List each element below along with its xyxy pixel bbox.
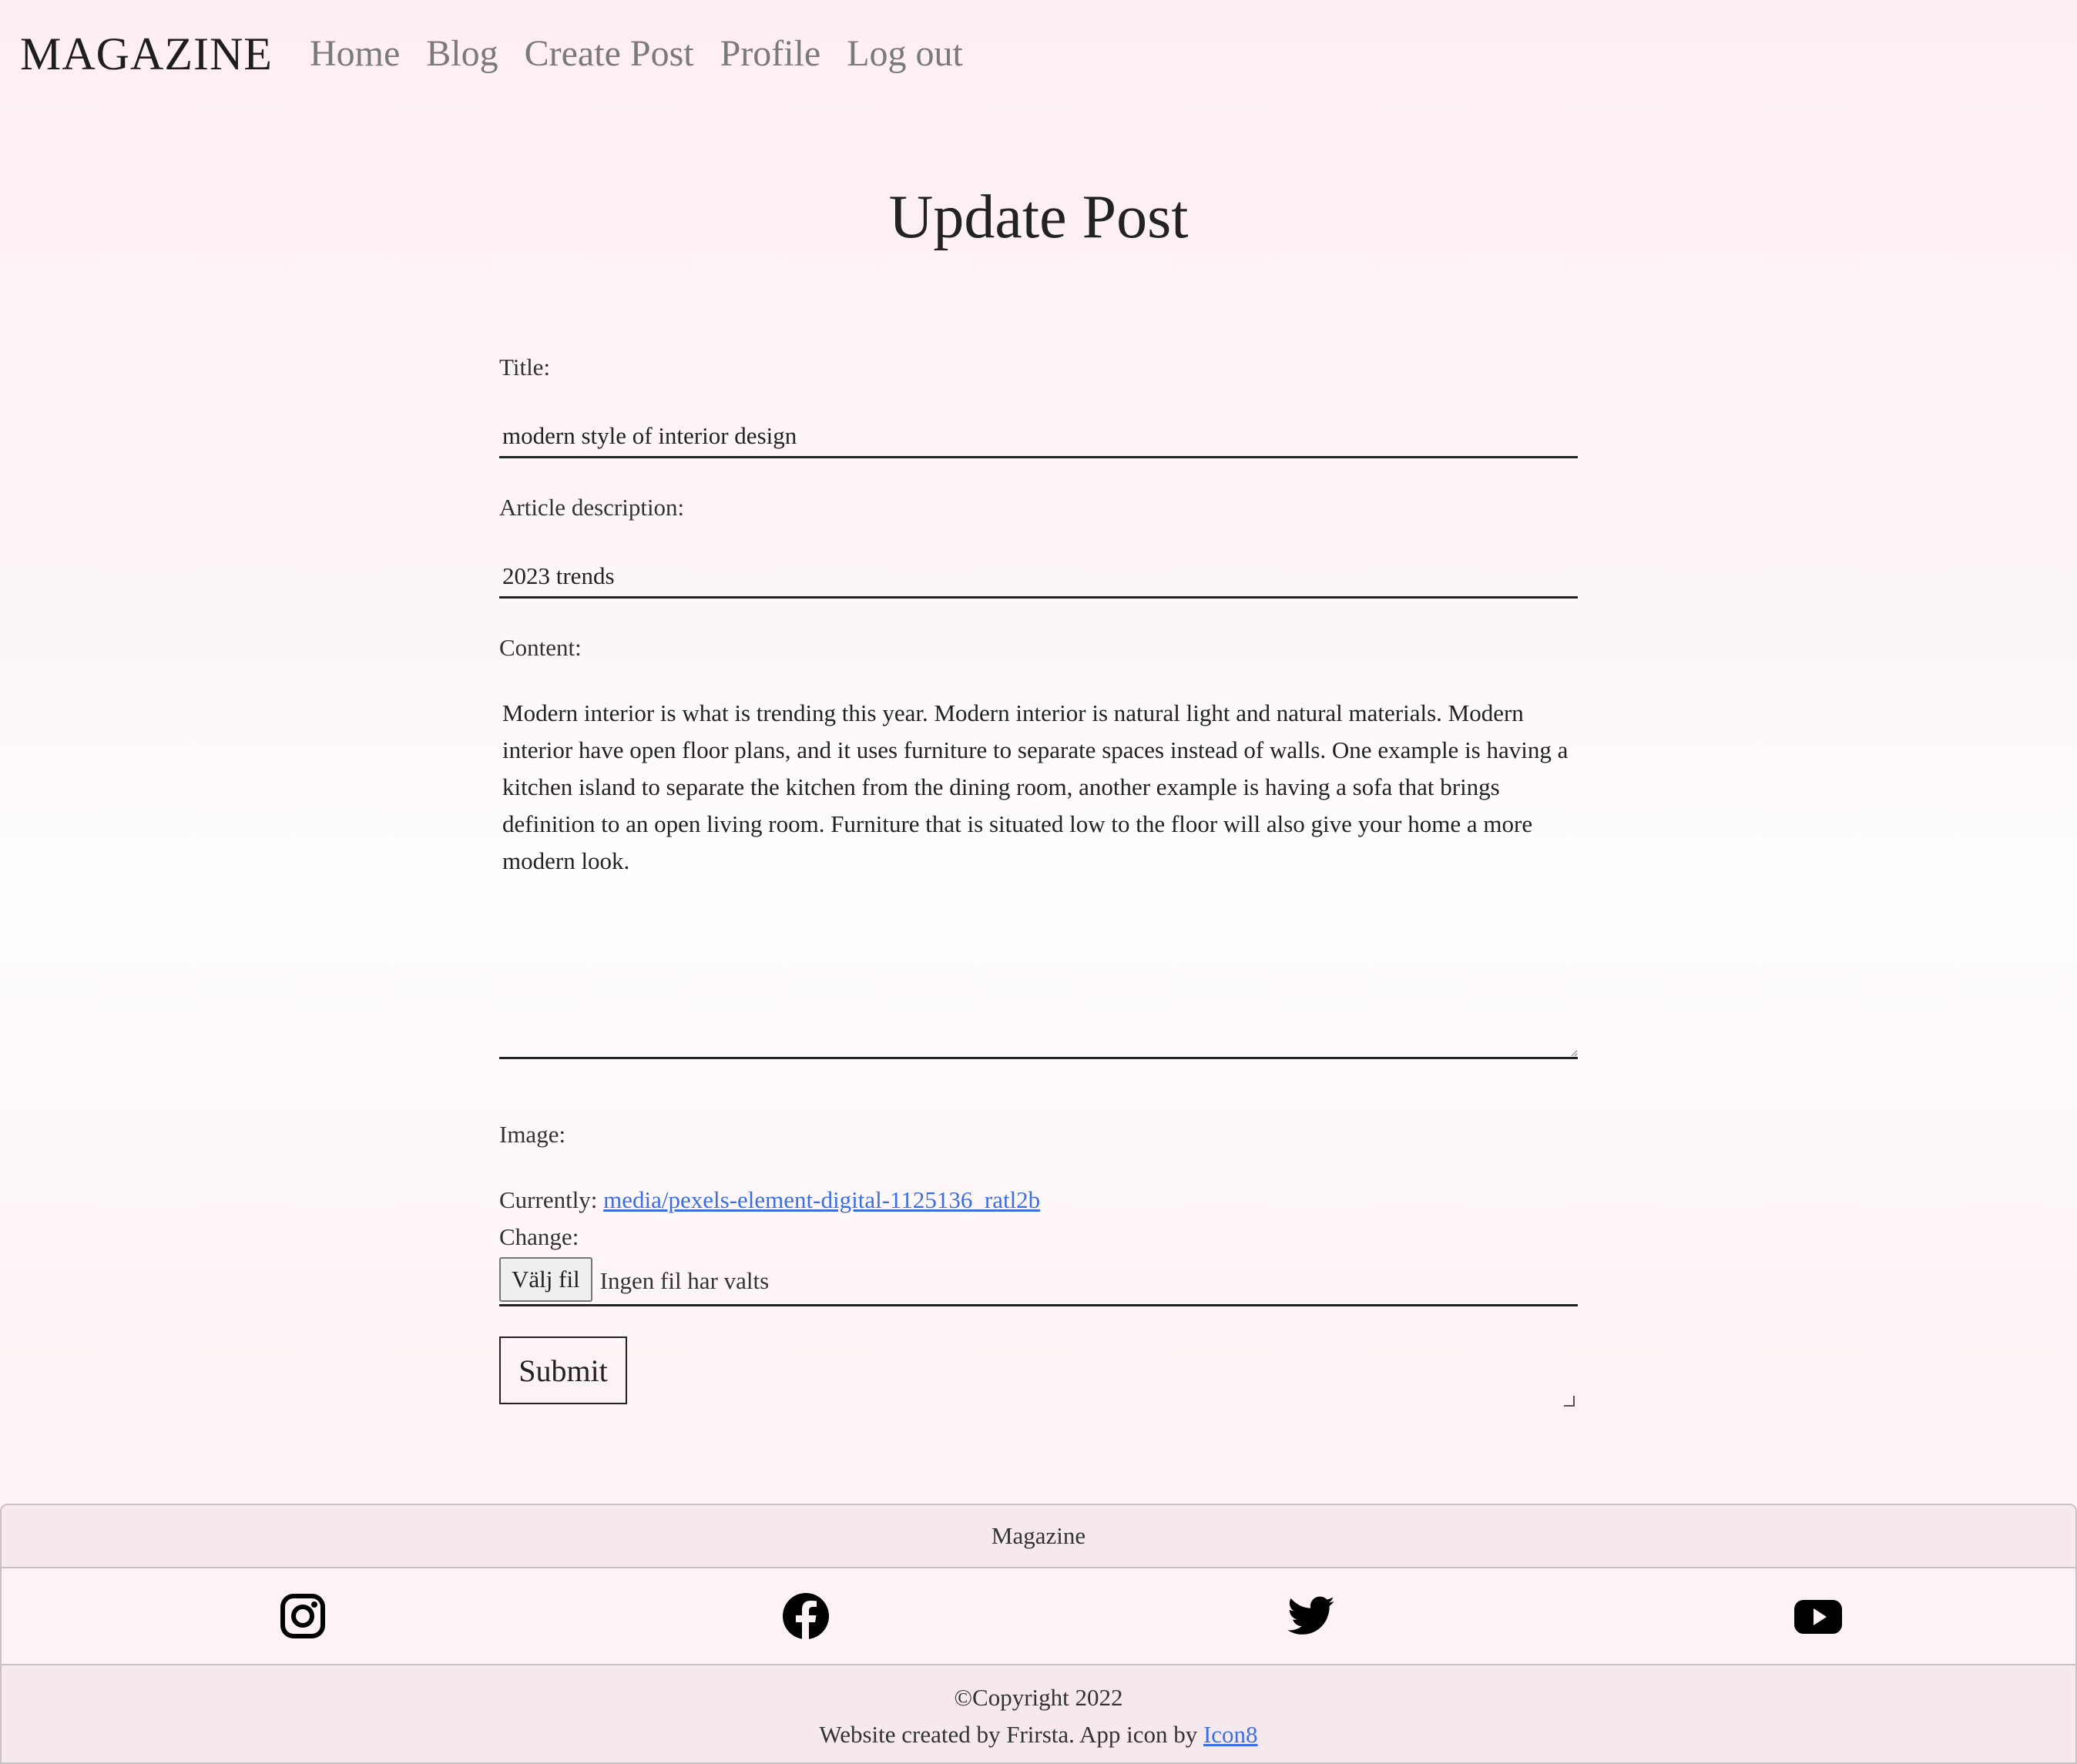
social-icons-row	[2, 1568, 2075, 1664]
footer-credits: ©Copyright 2022 Website created by Frirs…	[2, 1664, 2075, 1762]
top-navbar: MAGAZINE Home Blog Create Post Profile L…	[0, 0, 2077, 108]
nav-link-home[interactable]: Home	[310, 35, 400, 72]
credit-text: Website created by Frirsta. App icon by	[819, 1721, 1198, 1748]
youtube-icon[interactable]	[1793, 1591, 1843, 1641]
nav-link-blog[interactable]: Blog	[426, 35, 498, 72]
nav-link-create-post[interactable]: Create Post	[525, 35, 694, 72]
choose-file-button[interactable]: Välj fil	[499, 1256, 592, 1302]
file-input: Välj fil Ingen fil har valts	[499, 1256, 1578, 1306]
currently-label: Currently:	[499, 1186, 598, 1213]
copyright-text: ©Copyright 2022	[954, 1684, 1123, 1711]
content-textarea[interactable]: Modern interior is what is trending this…	[499, 695, 1578, 1059]
credit-row: Website created by Frirsta. App icon by …	[2, 1716, 2075, 1753]
image-label: Image:	[499, 1121, 566, 1148]
content-label: Content:	[499, 634, 582, 661]
brand-logo[interactable]: MAGAZINE	[20, 31, 273, 77]
twitter-icon[interactable]	[1287, 1591, 1336, 1641]
title-label: Title:	[499, 354, 551, 381]
current-image-row: Currently: media/pexels-element-digital-…	[499, 1186, 1040, 1214]
facebook-icon[interactable]	[781, 1591, 830, 1641]
title-input[interactable]	[499, 416, 1578, 458]
description-input[interactable]	[499, 556, 1578, 599]
icon8-link[interactable]: Icon8	[1203, 1721, 1258, 1748]
nav-link-profile[interactable]: Profile	[720, 35, 821, 72]
current-image-link[interactable]: media/pexels-element-digital-1125136_rat…	[603, 1186, 1040, 1213]
submit-button[interactable]: Submit	[499, 1336, 627, 1404]
page-title: Update Post	[888, 183, 1189, 251]
footer: Magazine ©Copyright 2022 Website created…	[0, 1504, 2077, 1764]
description-label: Article description:	[499, 494, 685, 521]
textarea-resize-handle[interactable]	[1564, 1396, 1575, 1407]
nav-link-log-out[interactable]: Log out	[847, 35, 963, 72]
footer-title: Magazine	[2, 1505, 2075, 1568]
instagram-icon[interactable]	[278, 1591, 327, 1641]
change-label: Change:	[499, 1223, 579, 1250]
file-status-text: Ingen fil har valts	[599, 1266, 770, 1294]
